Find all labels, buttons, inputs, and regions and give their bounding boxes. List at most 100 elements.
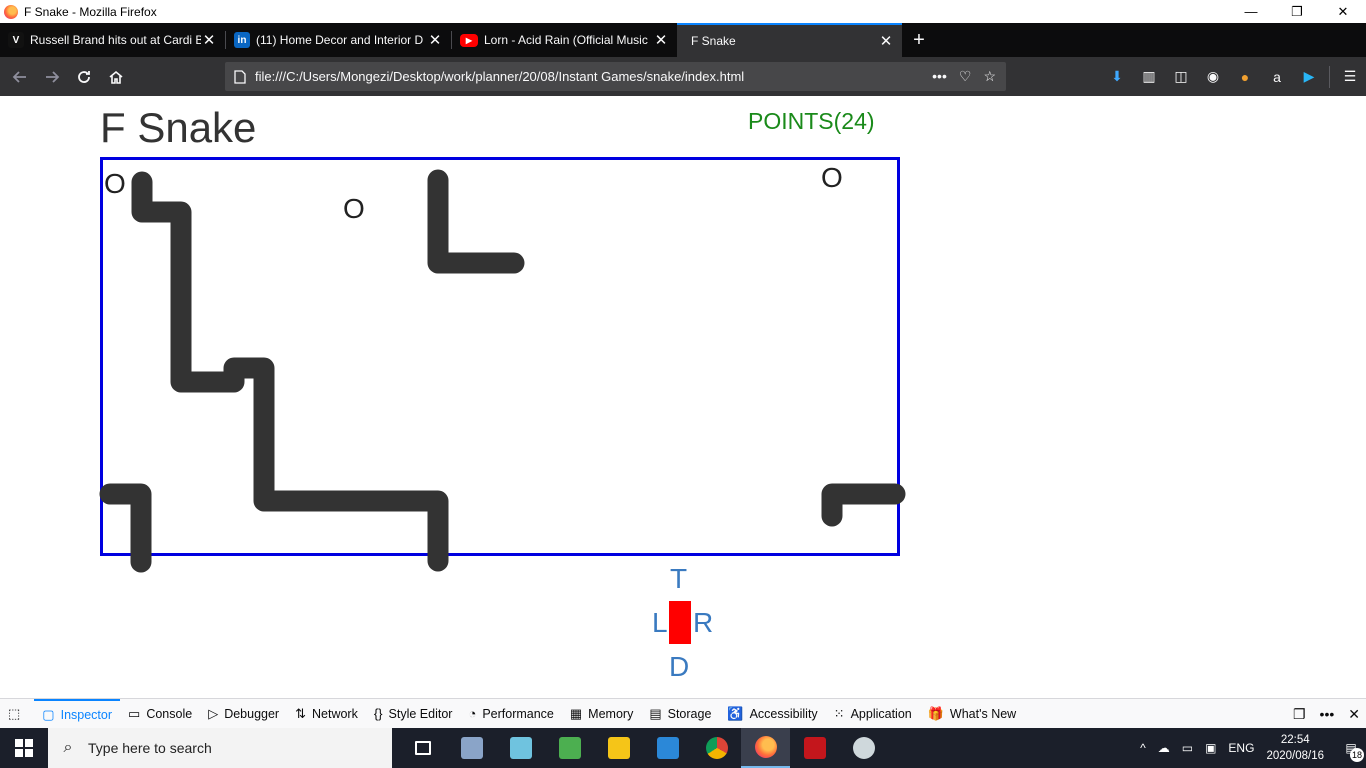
chrome-icon[interactable] bbox=[692, 728, 741, 768]
start-button[interactable] bbox=[0, 728, 48, 768]
home-icon[interactable] bbox=[100, 61, 132, 93]
network-icon: ⇅ bbox=[295, 705, 306, 721]
food-item: O bbox=[343, 193, 365, 224]
app-icon[interactable] bbox=[545, 728, 594, 768]
close-tab-icon[interactable]: ✕ bbox=[201, 31, 217, 49]
back-arrow-icon[interactable] bbox=[4, 61, 36, 93]
element-picker-icon[interactable]: ⬚ bbox=[0, 699, 34, 729]
tab-linkedin[interactable]: in (11) Home Decor and Interior D ✕ bbox=[226, 23, 451, 57]
language-indicator[interactable]: ENG bbox=[1228, 741, 1254, 755]
tab-youtube[interactable]: ▶ Lorn - Acid Rain (Official Music ✕ bbox=[452, 23, 677, 57]
tab-inspector[interactable]: ▢ Inspector bbox=[34, 698, 121, 729]
devtools-right-controls: ❐ ••• ✕ bbox=[1293, 699, 1360, 729]
close-tab-icon[interactable]: ✕ bbox=[653, 31, 669, 49]
menu-icon[interactable]: ☰ bbox=[1334, 61, 1366, 93]
page-actions-icon[interactable]: ••• bbox=[932, 68, 947, 85]
url-text[interactable]: file:///C:/Users/Mongezi/Desktop/work/pl… bbox=[255, 69, 932, 84]
sidebar-icon[interactable]: ◫ bbox=[1165, 61, 1197, 93]
acrobat-icon[interactable] bbox=[790, 728, 839, 768]
tab-performance[interactable]: ◔ Performance bbox=[460, 699, 561, 729]
tab-network[interactable]: ⇅ Network bbox=[287, 699, 366, 729]
app-icon[interactable] bbox=[496, 728, 545, 768]
close-window-button[interactable]: ✕ bbox=[1320, 0, 1366, 23]
memory-icon: ▦ bbox=[569, 705, 583, 721]
library-icon[interactable]: ▥ bbox=[1133, 61, 1165, 93]
vox-icon: V bbox=[8, 32, 24, 48]
control-down[interactable]: D bbox=[669, 651, 689, 683]
restore-button[interactable]: ❐ bbox=[1274, 0, 1320, 23]
tab-strip: V Russell Brand hits out at Cardi B ✕ in… bbox=[0, 23, 1366, 57]
notification-badge: 18 bbox=[1350, 748, 1364, 762]
search-placeholder: Type here to search bbox=[88, 740, 212, 756]
devtools-toolbar: ⬚ ▢ Inspector ▭ Console ▷ Debugger ⇅ Network… bbox=[0, 698, 1366, 728]
new-tab-icon[interactable]: + bbox=[902, 23, 936, 57]
accessibility-icon: ♿ bbox=[727, 705, 744, 721]
chevron-up-icon[interactable]: ^ bbox=[1140, 741, 1146, 755]
control-left[interactable]: L bbox=[652, 607, 668, 639]
tab-console[interactable]: ▭ Console bbox=[120, 699, 200, 729]
inspector-icon: ▢ bbox=[42, 706, 55, 722]
network-icon[interactable]: ☁ bbox=[1158, 741, 1170, 755]
extension-arrow-icon[interactable]: ▶ bbox=[1293, 61, 1325, 93]
control-center[interactable] bbox=[669, 601, 691, 644]
tab-memory[interactable]: ▦ Memory bbox=[562, 699, 641, 729]
taskbar-search[interactable]: ⌕ Type here to search bbox=[48, 728, 392, 768]
close-tab-icon[interactable]: ✕ bbox=[878, 32, 894, 50]
app-icon[interactable] bbox=[447, 728, 496, 768]
tab-storage[interactable]: ▤ Storage bbox=[641, 699, 719, 729]
tab-accessibility[interactable]: ♿ Accessibility bbox=[719, 699, 825, 729]
tab-application[interactable]: ⁙ Application bbox=[826, 699, 920, 729]
tab-title: F Snake bbox=[691, 34, 736, 48]
food-item: O bbox=[104, 168, 126, 199]
url-bar[interactable]: file:///C:/Users/Mongezi/Desktop/work/pl… bbox=[225, 62, 1006, 91]
linkedin-icon: in bbox=[234, 32, 250, 48]
search-icon: ⌕ bbox=[63, 739, 73, 756]
battery-icon[interactable]: ▭ bbox=[1182, 741, 1193, 755]
window-controls: — ❐ ✕ bbox=[1228, 0, 1366, 23]
account-icon[interactable]: ◉ bbox=[1197, 61, 1229, 93]
taskbar-apps bbox=[398, 728, 888, 768]
extension-owl-icon[interactable]: ● bbox=[1229, 61, 1261, 93]
tab-style-editor[interactable]: {} Style Editor bbox=[366, 699, 461, 729]
youtube-icon: ▶ bbox=[460, 33, 478, 47]
close-tab-icon[interactable]: ✕ bbox=[427, 31, 443, 49]
bookmark-star-icon[interactable]: ☆ bbox=[983, 68, 996, 85]
windows-logo-icon bbox=[15, 739, 33, 757]
control-up[interactable]: T bbox=[670, 563, 687, 595]
clock-time: 22:54 bbox=[1280, 734, 1310, 746]
page-content: F Snake POINTS(24) O O O T L R D bbox=[0, 96, 1366, 698]
amazon-icon[interactable]: a bbox=[1261, 61, 1293, 93]
tab-f-snake[interactable]: F Snake ✕ bbox=[677, 23, 902, 57]
points-counter: POINTS(24) bbox=[748, 108, 875, 134]
toolbar-separator bbox=[1329, 65, 1330, 88]
tab-whats-new[interactable]: 🎁 What's New bbox=[920, 699, 1024, 729]
tab-debugger[interactable]: ▷ Debugger bbox=[200, 699, 287, 729]
pocket-icon[interactable]: ♡ bbox=[959, 68, 972, 85]
minimize-button[interactable]: — bbox=[1228, 0, 1274, 23]
download-icon[interactable]: ⬇ bbox=[1101, 61, 1133, 93]
display-icon[interactable]: ▣ bbox=[1205, 741, 1216, 755]
photos-icon[interactable] bbox=[643, 728, 692, 768]
close-devtools-icon[interactable]: ✕ bbox=[1348, 706, 1360, 723]
game-board bbox=[100, 157, 900, 556]
firefox-icon[interactable] bbox=[741, 728, 790, 768]
reload-icon[interactable] bbox=[68, 61, 100, 93]
dock-icon[interactable]: ❐ bbox=[1293, 706, 1306, 723]
window-title-bar: F Snake - Mozilla Firefox — ❐ ✕ bbox=[0, 0, 1366, 23]
clock[interactable]: 22:54 2020/08/16 bbox=[1266, 732, 1324, 764]
tab-vox[interactable]: V Russell Brand hits out at Cardi B ✕ bbox=[0, 23, 225, 57]
style-editor-icon: {} bbox=[373, 706, 383, 721]
firefox-logo-icon bbox=[4, 4, 18, 19]
paint-icon[interactable] bbox=[839, 728, 888, 768]
devtools-menu-icon[interactable]: ••• bbox=[1320, 706, 1335, 722]
system-tray: ^ ☁ ▭ ▣ ENG 22:54 2020/08/16 ▤ 18 bbox=[1140, 728, 1366, 768]
debugger-icon: ▷ bbox=[208, 705, 219, 721]
tab-title: Russell Brand hits out at Cardi B bbox=[30, 33, 201, 47]
control-right[interactable]: R bbox=[693, 607, 713, 639]
notifications-icon[interactable]: ▤ 18 bbox=[1336, 728, 1366, 768]
application-icon: ⁙ bbox=[833, 705, 845, 721]
file-explorer-icon[interactable] bbox=[594, 728, 643, 768]
performance-icon: ◔ bbox=[468, 706, 477, 721]
task-view-icon[interactable] bbox=[398, 728, 447, 768]
forward-arrow-icon[interactable] bbox=[36, 61, 68, 93]
